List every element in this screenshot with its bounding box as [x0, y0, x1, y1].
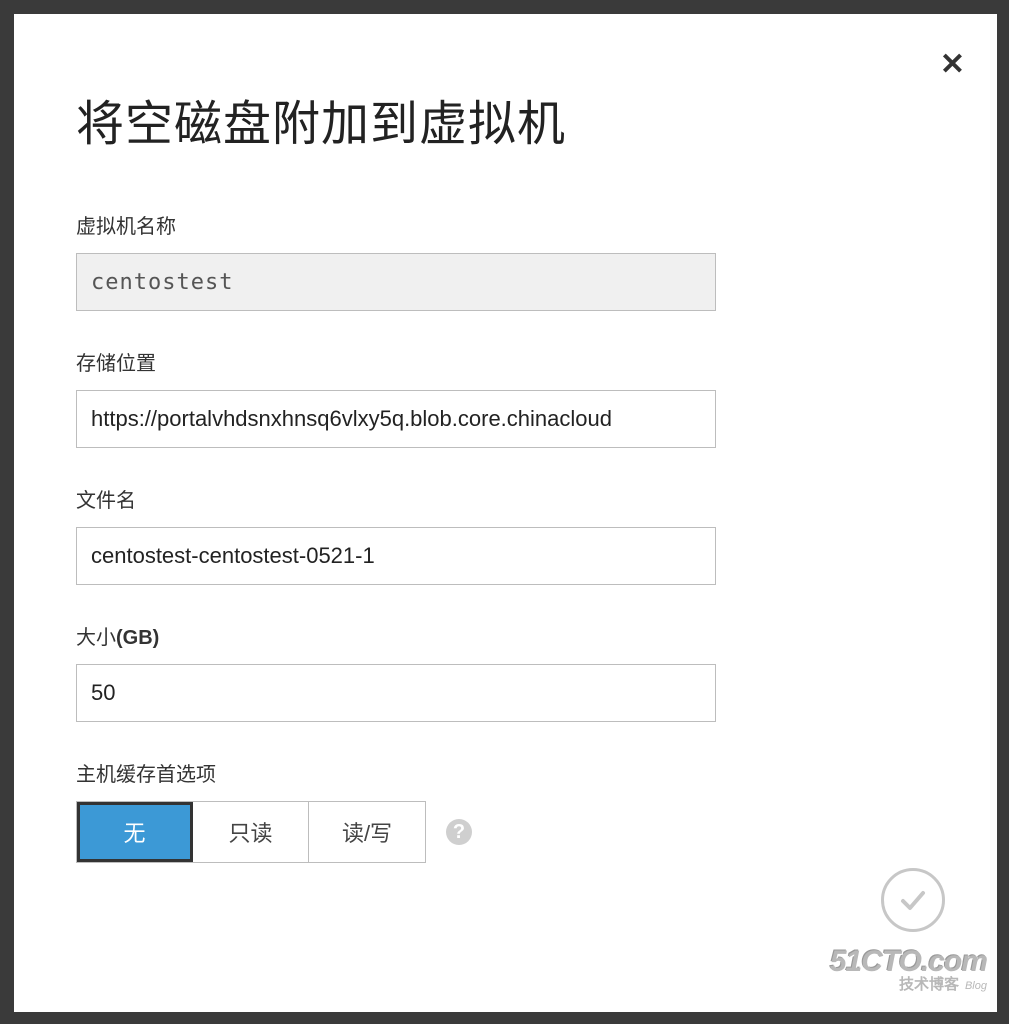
confirm-button[interactable]: [881, 868, 945, 932]
watermark-line2: 技术博客: [899, 976, 959, 993]
field-storage: 存储位置: [76, 347, 716, 448]
vm-name-input: [76, 253, 716, 311]
file-name-label: 文件名: [76, 484, 716, 513]
cache-radio-group: 无 只读 读/写: [76, 801, 426, 863]
watermark-badge: Blog: [965, 980, 987, 992]
cache-option-none[interactable]: 无: [77, 802, 193, 862]
vm-name-label: 虚拟机名称: [76, 210, 716, 239]
storage-label: 存储位置: [76, 347, 716, 376]
file-name-input[interactable]: [76, 527, 716, 585]
watermark-line1: 51CTO.com: [830, 946, 987, 978]
dialog-title: 将空磁盘附加到虚拟机: [76, 84, 997, 154]
form-content: 虚拟机名称 存储位置 文件名 大小(GB) 主机缓存首选项 无 只读 读/写: [76, 210, 716, 863]
close-icon[interactable]: ✕: [940, 50, 965, 80]
size-input[interactable]: [76, 664, 716, 722]
cache-label: 主机缓存首选项: [76, 758, 716, 787]
size-label-prefix: 大小: [76, 627, 116, 649]
storage-input[interactable]: [76, 390, 716, 448]
size-label: 大小(GB): [76, 621, 716, 650]
field-vm-name: 虚拟机名称: [76, 210, 716, 311]
watermark: 51CTO.com 技术博客 Blog: [830, 946, 987, 994]
size-label-unit: (GB): [116, 627, 159, 649]
attach-disk-dialog: ✕ 将空磁盘附加到虚拟机 虚拟机名称 存储位置 文件名 大小(GB) 主机缓存首…: [14, 14, 997, 1012]
check-icon: [895, 882, 931, 918]
help-icon[interactable]: ?: [446, 819, 472, 845]
field-size: 大小(GB): [76, 621, 716, 722]
field-cache: 主机缓存首选项 无 只读 读/写 ?: [76, 758, 716, 863]
cache-option-readonly[interactable]: 只读: [193, 802, 309, 862]
cache-option-readwrite[interactable]: 读/写: [309, 802, 425, 862]
field-file-name: 文件名: [76, 484, 716, 585]
